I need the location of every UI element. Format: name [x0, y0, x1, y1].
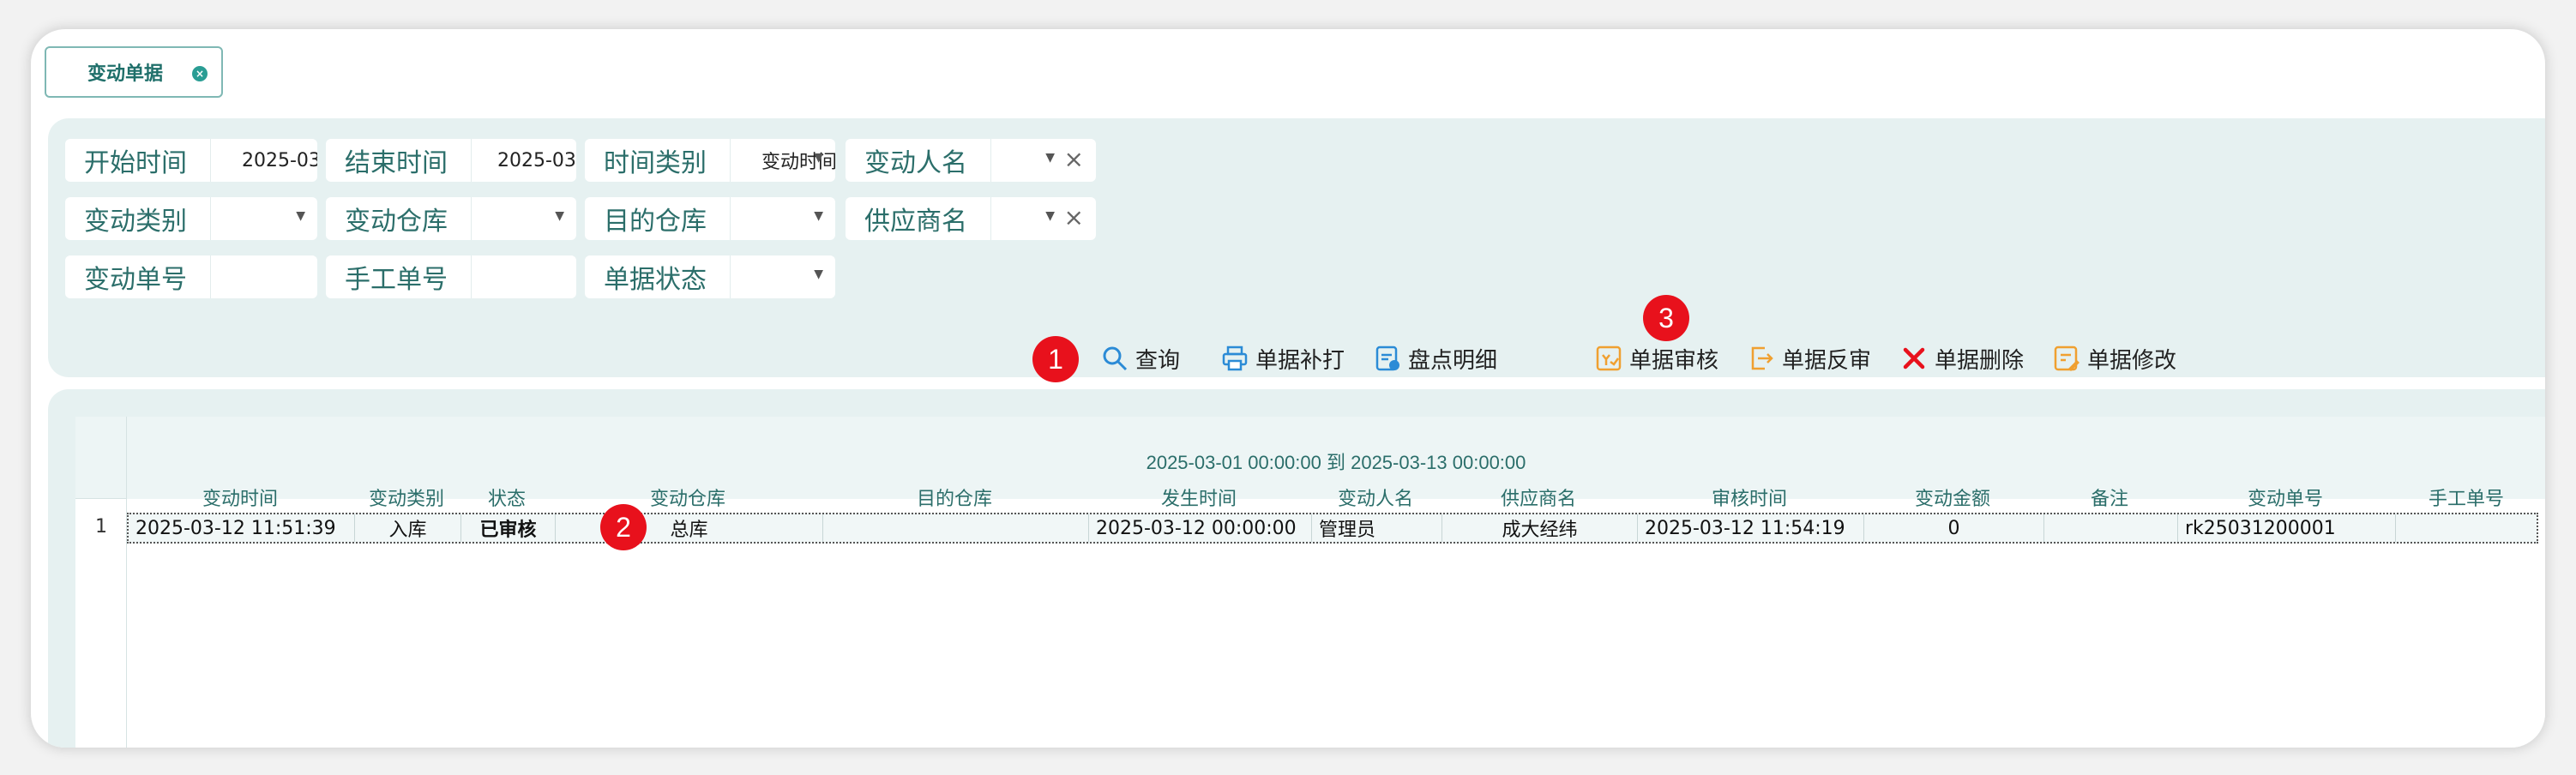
annotation-badge-1: 1: [1032, 336, 1079, 382]
col-header-amount[interactable]: 变动金额: [1863, 484, 2043, 511]
manual-no-label: 手工单号: [326, 255, 472, 298]
dropdown-arrow-icon[interactable]: ▼: [814, 209, 823, 223]
table-row[interactable]: 2025-03-12 11:51:39 入库 已审核 总库 2025-03-12…: [127, 513, 2538, 544]
search-icon: [1099, 343, 1130, 374]
clear-icon[interactable]: ×: [1064, 203, 1084, 231]
target-warehouse-select[interactable]: 目的仓库 ▼: [585, 197, 835, 240]
annotation-badge-3: 3: [1643, 295, 1689, 341]
col-header-remark[interactable]: 备注: [2043, 484, 2176, 511]
inventory-detail-button[interactable]: 盘点明细: [1372, 341, 1497, 375]
supplier-name-label: 供应商名: [846, 197, 991, 240]
inventory-detail-label: 盘点明细: [1408, 347, 1498, 374]
change-no-field[interactable]: 变动单号: [65, 255, 317, 298]
change-type-select[interactable]: 变动类别 ▼: [65, 197, 317, 240]
col-header-occur-time[interactable]: 发生时间: [1087, 484, 1310, 511]
modify-label: 单据修改: [2087, 347, 2177, 374]
audit-button[interactable]: 单据审核: [1593, 341, 1718, 375]
end-time-input[interactable]: 2025-03-13 00:00:00: [472, 150, 576, 171]
tab-label: 变动单据: [87, 63, 164, 85]
grid-range-title: 2025-03-01 00:00:00 到 2025-03-13 00:00:0…: [1146, 452, 1526, 473]
change-warehouse-select[interactable]: 变动仓库 ▼: [326, 197, 576, 240]
col-header-target-warehouse[interactable]: 目的仓库: [822, 484, 1087, 511]
cell-change-warehouse: 总库: [556, 514, 823, 542]
change-warehouse-label: 变动仓库: [326, 197, 472, 240]
end-time-field[interactable]: 结束时间 2025-03-13 00:00:00: [326, 139, 576, 182]
inventory-detail-icon: [1372, 343, 1403, 374]
printer-icon: [1219, 343, 1250, 374]
cell-remark: [2044, 514, 2178, 542]
modify-button[interactable]: 单据修改: [2051, 341, 2176, 375]
close-icon[interactable]: ×: [192, 66, 208, 81]
cell-supplier-name: 成大经纬: [1442, 514, 1638, 542]
app-window: 变动单据 × 开始时间 2025-03-01 00:00:00 结束时间 202…: [31, 29, 2545, 748]
cell-status: 已审核: [461, 514, 556, 542]
cell-changer-name: 管理员: [1312, 514, 1442, 542]
dropdown-arrow-icon[interactable]: ▼: [814, 151, 823, 165]
dropdown-arrow-icon[interactable]: ▼: [555, 209, 564, 223]
col-header-change-no[interactable]: 变动单号: [2176, 484, 2394, 511]
query-label: 查询: [1135, 347, 1181, 374]
col-header-supplier-name[interactable]: 供应商名: [1441, 484, 1636, 511]
data-grid: 2025-03-01 00:00:00 到 2025-03-13 00:00:0…: [75, 417, 2545, 748]
grid-panel: 2025-03-01 00:00:00 到 2025-03-13 00:00:0…: [48, 389, 2545, 748]
cell-occur-time: 2025-03-12 00:00:00: [1089, 514, 1312, 542]
end-time-label: 结束时间: [326, 139, 472, 182]
delete-label: 单据删除: [1935, 347, 2025, 374]
time-type-select[interactable]: 时间类别 变动时间 ▼: [585, 139, 835, 182]
doc-status-label: 单据状态: [585, 255, 731, 298]
change-type-label: 变动类别: [65, 197, 211, 240]
col-header-change-type[interactable]: 变动类别: [353, 484, 460, 511]
row-number: 1: [95, 516, 107, 538]
unaudit-button[interactable]: 单据反审: [1746, 341, 1871, 375]
col-header-changer-name[interactable]: 变动人名: [1310, 484, 1441, 511]
changer-name-label: 变动人名: [846, 139, 991, 182]
time-type-label: 时间类别: [585, 139, 731, 182]
changer-name-select[interactable]: 变动人名 ▼ ×: [846, 139, 1096, 182]
audit-icon: [1593, 343, 1624, 374]
col-header-audit-time[interactable]: 审核时间: [1636, 484, 1863, 511]
cell-target-warehouse: [823, 514, 1089, 542]
tab-change-documents[interactable]: 变动单据 ×: [45, 46, 223, 98]
unaudit-label: 单据反审: [1782, 347, 1872, 374]
target-warehouse-label: 目的仓库: [585, 197, 731, 240]
doc-status-select[interactable]: 单据状态 ▼: [585, 255, 835, 298]
col-header-change-warehouse[interactable]: 变动仓库: [554, 484, 822, 511]
change-no-label: 变动单号: [65, 255, 211, 298]
cell-manual-no: [2396, 514, 2537, 542]
dropdown-arrow-icon[interactable]: ▼: [814, 267, 823, 281]
reprint-button[interactable]: 单据补打: [1219, 341, 1345, 375]
delete-button[interactable]: 单据删除: [1899, 341, 2024, 375]
col-header-manual-no[interactable]: 手工单号: [2394, 484, 2538, 511]
cell-change-no: rk25031200001: [2178, 514, 2396, 542]
row-number-header: [75, 417, 127, 499]
unaudit-icon: [1746, 343, 1777, 374]
clear-icon[interactable]: ×: [1064, 145, 1084, 173]
delete-x-icon: [1899, 343, 1929, 374]
audit-label: 单据审核: [1629, 347, 1719, 374]
cell-change-time: 2025-03-12 11:51:39: [129, 514, 355, 542]
supplier-name-select[interactable]: 供应商名 ▼ ×: [846, 197, 1096, 240]
annotation-badge-2: 2: [600, 504, 647, 550]
start-time-input[interactable]: 2025-03-01 00:00:00: [211, 150, 317, 171]
col-header-change-time[interactable]: 变动时间: [127, 484, 353, 511]
cell-amount: 0: [1864, 514, 2044, 542]
edit-icon: [2051, 343, 2082, 374]
query-button[interactable]: 查询: [1099, 341, 1180, 375]
dropdown-arrow-icon[interactable]: ▼: [296, 209, 305, 223]
start-time-field[interactable]: 开始时间 2025-03-01 00:00:00: [65, 139, 317, 182]
reprint-label: 单据补打: [1255, 347, 1345, 374]
dropdown-arrow-icon[interactable]: ▼: [1045, 151, 1055, 165]
manual-no-field[interactable]: 手工单号: [326, 255, 576, 298]
filter-panel: 开始时间 2025-03-01 00:00:00 结束时间 2025-03-13…: [48, 118, 2545, 382]
cell-audit-time: 2025-03-12 11:54:19: [1638, 514, 1864, 542]
col-header-status[interactable]: 状态: [460, 484, 554, 511]
start-time-label: 开始时间: [65, 139, 211, 182]
dropdown-arrow-icon[interactable]: ▼: [1045, 209, 1055, 223]
cell-change-type: 入库: [355, 514, 461, 542]
